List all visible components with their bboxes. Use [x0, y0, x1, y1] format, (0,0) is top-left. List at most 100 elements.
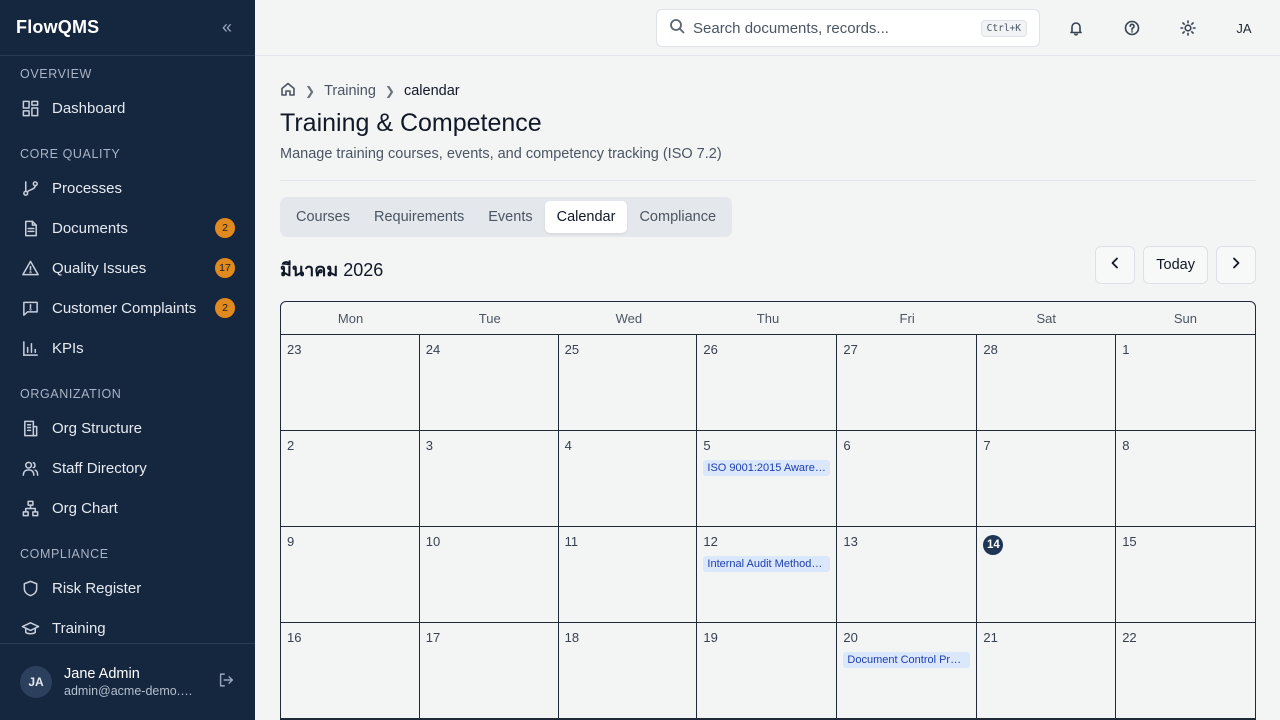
calendar-day-cell[interactable]: 19 [697, 623, 838, 719]
calendar-day-cell[interactable]: 18 [558, 623, 698, 719]
sun-icon[interactable] [1176, 16, 1200, 40]
day-number: 11 [564, 534, 579, 549]
weekday-label: Wed [615, 310, 643, 326]
day-number: 26 [703, 342, 718, 357]
bar-chart-icon [20, 338, 40, 358]
calendar-day-cell[interactable]: 16 [281, 623, 420, 719]
calendar-day-cell[interactable]: 1 [1116, 335, 1255, 431]
sidebar-item-kpis[interactable]: KPIs [0, 328, 255, 368]
calendar-day-cell[interactable]: 26 [697, 335, 838, 431]
calendar-day-cell[interactable]: 21 [977, 623, 1117, 719]
today-day-number: 14 [983, 535, 1004, 555]
sidebar-item-documents[interactable]: Documents 2 [0, 208, 255, 248]
calendar-day-cell[interactable]: 5 ISO 9001:2015 Awareness [697, 431, 838, 527]
calendar-day-cell[interactable]: 27 [837, 335, 978, 431]
day-number: 8 [1122, 438, 1130, 453]
calendar-day-cell[interactable]: 14 [977, 527, 1117, 623]
sidebar-item-label: Processes [52, 179, 123, 197]
graduation-cap-icon [20, 618, 40, 638]
day-number: 7 [983, 438, 991, 453]
day-number: 21 [983, 630, 998, 645]
weekday-label: Mon [337, 310, 364, 326]
calendar-day-cell[interactable]: 20 Document Control Procedures [837, 623, 978, 719]
calendar-day-cell[interactable]: 25 [558, 335, 698, 431]
calendar-event[interactable]: Document Control Procedures [843, 652, 971, 668]
weekday-label: Fri [899, 310, 915, 326]
year: 2026 [343, 260, 384, 280]
chevron-right-icon [1229, 256, 1243, 274]
calendar-event[interactable]: ISO 9001:2015 Awareness [703, 460, 831, 476]
customer-complaints-count-badge: 2 [215, 298, 235, 318]
calendar-day-cell[interactable]: 24 [419, 335, 559, 431]
calendar-month-label: มีนาคม 2026 [280, 255, 383, 284]
calendar-day-cell[interactable]: 13 [837, 527, 978, 623]
tab-events[interactable]: Events [476, 201, 544, 233]
user-name: Jane Admin [64, 666, 140, 682]
day-number: 2 [287, 438, 295, 453]
day-number: 10 [425, 534, 441, 549]
day-number: 6 [843, 438, 851, 453]
sidebar-item-quality-issues[interactable]: Quality Issues 17 [0, 248, 255, 288]
section-organization: ORGANIZATION [20, 387, 122, 401]
day-number: 3 [425, 438, 434, 453]
calendar-day-cell[interactable]: 4 [558, 431, 698, 527]
chevron-right-icon: ❯ [305, 84, 316, 98]
sidebar-item-training[interactable]: Training [0, 608, 255, 644]
tab-requirements[interactable]: Requirements [362, 201, 476, 233]
sidebar-item-risk-register[interactable]: Risk Register [0, 568, 255, 608]
weekday-label: Sat [1036, 310, 1057, 326]
bell-icon[interactable] [1064, 16, 1088, 40]
sidebar-item-customer-complaints[interactable]: Customer Complaints 2 [0, 288, 255, 328]
breadcrumb: ❯ Training ❯ calendar [280, 81, 460, 101]
calendar-day-cell[interactable]: 22 [1116, 623, 1255, 719]
git-branch-icon [20, 178, 40, 198]
calendar-event[interactable]: Internal Audit Methodology [703, 556, 831, 572]
search-icon [669, 18, 685, 39]
sidebar-item-org-chart[interactable]: Org Chart [0, 488, 255, 528]
calendar-day-cell[interactable]: 6 [837, 431, 978, 527]
calendar-day-cell[interactable]: 12 Internal Audit Methodology [697, 527, 838, 623]
user-meta: Jane Admin admin@acme-demo.com [64, 666, 217, 698]
calendar-day-cell[interactable]: 11 [558, 527, 698, 623]
search-input[interactable] [693, 19, 981, 37]
tab-compliance[interactable]: Compliance [627, 201, 728, 233]
sidebar-item-staff-directory[interactable]: Staff Directory [0, 448, 255, 488]
sidebar-item-label: Org Structure [52, 419, 143, 437]
calendar-day-cell[interactable]: 28 [977, 335, 1117, 431]
calendar-nav: Today [1087, 246, 1256, 284]
sidebar-item-org-structure[interactable]: Org Structure [0, 408, 255, 448]
today-button[interactable]: Today [1143, 246, 1208, 284]
user-avatar[interactable]: JA [20, 666, 52, 698]
brand-logo[interactable]: FlowQMS [16, 17, 99, 38]
calendar-day-cell[interactable]: 9 [281, 527, 420, 623]
calendar-day-cell[interactable]: 3 [419, 431, 559, 527]
calendar-day-cell[interactable]: 17 [419, 623, 559, 719]
topbar: Ctrl+K JA [255, 0, 1280, 56]
calendar-day-cell[interactable]: 10 [419, 527, 559, 623]
users-icon [20, 458, 40, 478]
calendar-day-cell[interactable]: 7 [977, 431, 1117, 527]
document-icon [20, 218, 40, 238]
quality-issues-count-badge: 17 [215, 258, 235, 278]
calendar-day-cell[interactable]: 2 [281, 431, 420, 527]
sidebar-item-processes[interactable]: Processes [0, 168, 255, 208]
day-number: 27 [843, 342, 858, 357]
calendar-day-cell[interactable]: 15 [1116, 527, 1255, 623]
sidebar: FlowQMS « OVERVIEW Dashboard CORE QUALIT… [0, 0, 255, 720]
user-email: admin@acme-demo.com [64, 684, 196, 698]
home-icon[interactable] [280, 81, 296, 101]
sidebar-item-dashboard[interactable]: Dashboard [0, 88, 255, 128]
calendar-day-cell[interactable]: 23 [281, 335, 420, 431]
breadcrumb-section[interactable]: Training [324, 83, 376, 99]
collapse-sidebar-icon[interactable]: « [215, 17, 239, 38]
prev-month-button[interactable] [1095, 246, 1136, 284]
logout-icon[interactable] [217, 671, 235, 694]
help-icon[interactable] [1120, 16, 1144, 40]
tab-courses[interactable]: Courses [284, 201, 362, 233]
user-menu-avatar[interactable]: JA [1228, 14, 1260, 42]
calendar-day-cell[interactable]: 8 [1116, 431, 1255, 527]
day-number: 9 [287, 534, 295, 549]
tab-calendar[interactable]: Calendar [544, 201, 628, 233]
search-box[interactable]: Ctrl+K [656, 9, 1040, 47]
next-month-button[interactable] [1216, 246, 1256, 284]
